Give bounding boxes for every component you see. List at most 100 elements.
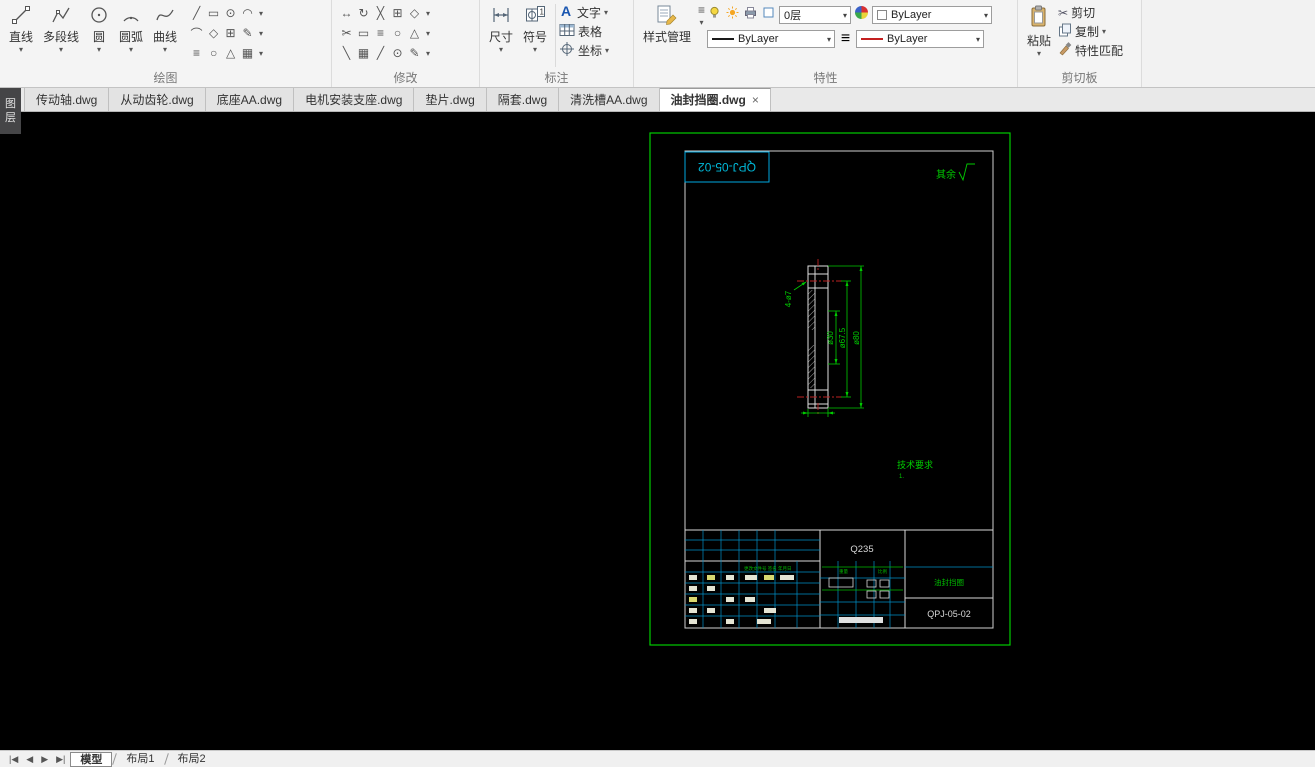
doc-tab[interactable]: 电机安装支座.dwg: [294, 88, 415, 111]
chevron-down-icon[interactable]: ▾: [97, 45, 101, 54]
prev-tab-button[interactable]: ◀: [23, 754, 36, 765]
circle-button[interactable]: 圆 ▾: [84, 1, 114, 54]
layer-palette-tab[interactable]: 图层: [0, 88, 21, 134]
chevron-down-icon[interactable]: ▾: [423, 9, 433, 18]
chevron-down-icon[interactable]: ▾: [256, 9, 266, 18]
chevron-down-icon[interactable]: ▾: [163, 45, 167, 54]
stretch-icon[interactable]: ▭: [355, 26, 372, 40]
coordinate-button[interactable]: 坐标 ▾: [559, 41, 609, 60]
chevron-down-icon[interactable]: ▾: [129, 45, 133, 54]
close-icon[interactable]: ×: [752, 89, 759, 111]
linetype-select[interactable]: ByLayer ▾: [707, 30, 836, 48]
chamfer-icon[interactable]: ╲: [338, 46, 355, 60]
fillet-icon[interactable]: ○: [389, 26, 406, 40]
layer-select[interactable]: 0层 ▾: [779, 6, 852, 24]
move-icon[interactable]: ↔: [338, 6, 355, 20]
text-button[interactable]: A 文字 ▾: [559, 3, 609, 22]
rotated-drawing-code: QPJ-05-02: [698, 160, 756, 174]
rectangle-icon[interactable]: ▭: [205, 6, 222, 20]
properties-mini-menu[interactable]: ≡ ▾: [696, 1, 707, 27]
hatch-icon[interactable]: ⊞: [222, 26, 239, 40]
erase-icon[interactable]: ╳: [372, 6, 389, 20]
arc-button[interactable]: 圆弧 ▾: [114, 1, 148, 54]
draw-panel-label: 绘图: [153, 71, 178, 85]
next-tab-button[interactable]: ▶: [38, 754, 51, 765]
tech-req-item: 1.: [899, 474, 904, 480]
chevron-down-icon[interactable]: ▾: [19, 45, 23, 54]
chevron-down-icon[interactable]: ▾: [256, 49, 266, 58]
layout2-tab[interactable]: 布局2: [169, 752, 215, 767]
chevron-down-icon[interactable]: ▾: [604, 8, 608, 17]
match-properties-button[interactable]: 特性匹配: [1058, 41, 1123, 60]
style-manager-button[interactable]: 样式管理: [638, 1, 696, 45]
layer-on-bulb-icon[interactable]: [707, 6, 722, 24]
style-manager-label: 样式管理: [643, 30, 692, 44]
lineweight-select[interactable]: ByLayer ▾: [856, 30, 985, 48]
doc-tab[interactable]: 传动轴.dwg: [24, 88, 110, 111]
join-icon[interactable]: ⊙: [389, 46, 406, 60]
symbol-button[interactable]: 1 符号 ▾: [518, 1, 552, 54]
plot-printer-icon[interactable]: [743, 6, 758, 24]
layer-thaw-sun-icon[interactable]: [725, 6, 740, 24]
triangle-icon[interactable]: △: [222, 46, 239, 60]
first-tab-button[interactable]: |◀: [6, 754, 21, 765]
chevron-down-icon: ▾: [984, 10, 989, 20]
mirror-icon[interactable]: △: [406, 26, 423, 40]
chevron-down-icon[interactable]: ▾: [1102, 27, 1106, 36]
offset-icon[interactable]: ◇: [406, 6, 423, 20]
copy-button[interactable]: 复制 ▾: [1058, 22, 1123, 41]
chevron-down-icon[interactable]: ▾: [605, 46, 609, 55]
svg-text:1: 1: [540, 8, 545, 17]
scale-icon[interactable]: ▦: [355, 46, 372, 60]
doc-tab[interactable]: 从动齿轮.dwg: [109, 88, 206, 111]
layer-sheet-icon[interactable]: [761, 6, 776, 24]
doc-tab[interactable]: 清洗槽AA.dwg: [559, 88, 660, 111]
cut-button[interactable]: ✂ 剪切: [1058, 3, 1123, 22]
doc-tab[interactable]: 隔套.dwg: [486, 88, 560, 111]
paste-button[interactable]: 粘贴 ▾: [1022, 1, 1056, 58]
layout1-tab[interactable]: 布局1: [117, 752, 163, 767]
properties-panel: 样式管理 ≡ ▾ 0层 ▾ ByLayer ▾ ByLayer ▾ ≡ ByLa…: [634, 0, 1018, 87]
trim-icon[interactable]: ✂: [338, 26, 355, 40]
color-select[interactable]: ByLayer ▾: [872, 6, 993, 24]
spline-button[interactable]: 曲线 ▾: [148, 1, 182, 54]
region-icon[interactable]: ▦: [239, 46, 256, 60]
modify-panel: ↔ ↻ ╳ ⊞ ◇ ▾ ✂ ▭ ≡ ○ △ ▾ ╲ ▦ ╱ ⊙ ✎ ▾ 修改: [332, 0, 480, 87]
material-text: Q235: [850, 544, 873, 555]
line-button[interactable]: 直线 ▾: [4, 1, 38, 54]
curve-icon[interactable]: ⌒: [188, 25, 205, 42]
dimension-button[interactable]: 尺寸 ▾: [484, 1, 518, 54]
color-wheel-icon[interactable]: [854, 5, 869, 25]
last-tab-button[interactable]: ▶|: [53, 754, 68, 765]
model-tab[interactable]: 模型: [70, 751, 113, 767]
point-circle-icon[interactable]: ○: [205, 46, 222, 60]
polyline-button[interactable]: 多段线 ▾: [38, 1, 84, 54]
rotate-icon[interactable]: ↻: [355, 6, 372, 20]
construction-line-icon[interactable]: ╱: [188, 6, 205, 20]
doc-tab-active[interactable]: 油封挡圈.dwg ×: [659, 88, 771, 111]
circle-icon: [89, 3, 109, 27]
doc-tab[interactable]: 底座AA.dwg: [205, 88, 295, 111]
array-icon[interactable]: ⊞: [389, 6, 406, 20]
break-icon[interactable]: ╱: [372, 46, 389, 60]
spline-icon: [155, 3, 175, 27]
chevron-down-icon[interactable]: ▾: [423, 29, 433, 38]
chevron-down-icon[interactable]: ▾: [423, 49, 433, 58]
explode-icon[interactable]: ≡: [372, 26, 389, 40]
doc-tab[interactable]: 垫片.dwg: [414, 88, 487, 111]
table-button[interactable]: 表格: [559, 22, 609, 41]
sketch-icon[interactable]: ✎: [239, 26, 256, 40]
edit-icon[interactable]: ✎: [406, 46, 423, 60]
donut-icon[interactable]: ⊙: [222, 6, 239, 20]
polygon-icon[interactable]: ◇: [205, 26, 222, 40]
chevron-down-icon[interactable]: ▾: [1037, 49, 1041, 58]
clipboard-panel-label: 剪切板: [1061, 71, 1098, 85]
chevron-down-icon[interactable]: ▾: [533, 45, 537, 54]
chevron-down-icon[interactable]: ▾: [59, 45, 63, 54]
color-swatch: [877, 10, 888, 20]
arc-segment-icon[interactable]: ◠: [239, 6, 256, 20]
chevron-down-icon[interactable]: ▾: [499, 45, 503, 54]
drawing-viewport[interactable]: QPJ-05-02 其余 ø30 ø67.5 ø80 4-ø7 技术要求 1. …: [0, 112, 1315, 750]
multiline-icon[interactable]: ≡: [188, 46, 205, 60]
chevron-down-icon[interactable]: ▾: [256, 29, 266, 38]
